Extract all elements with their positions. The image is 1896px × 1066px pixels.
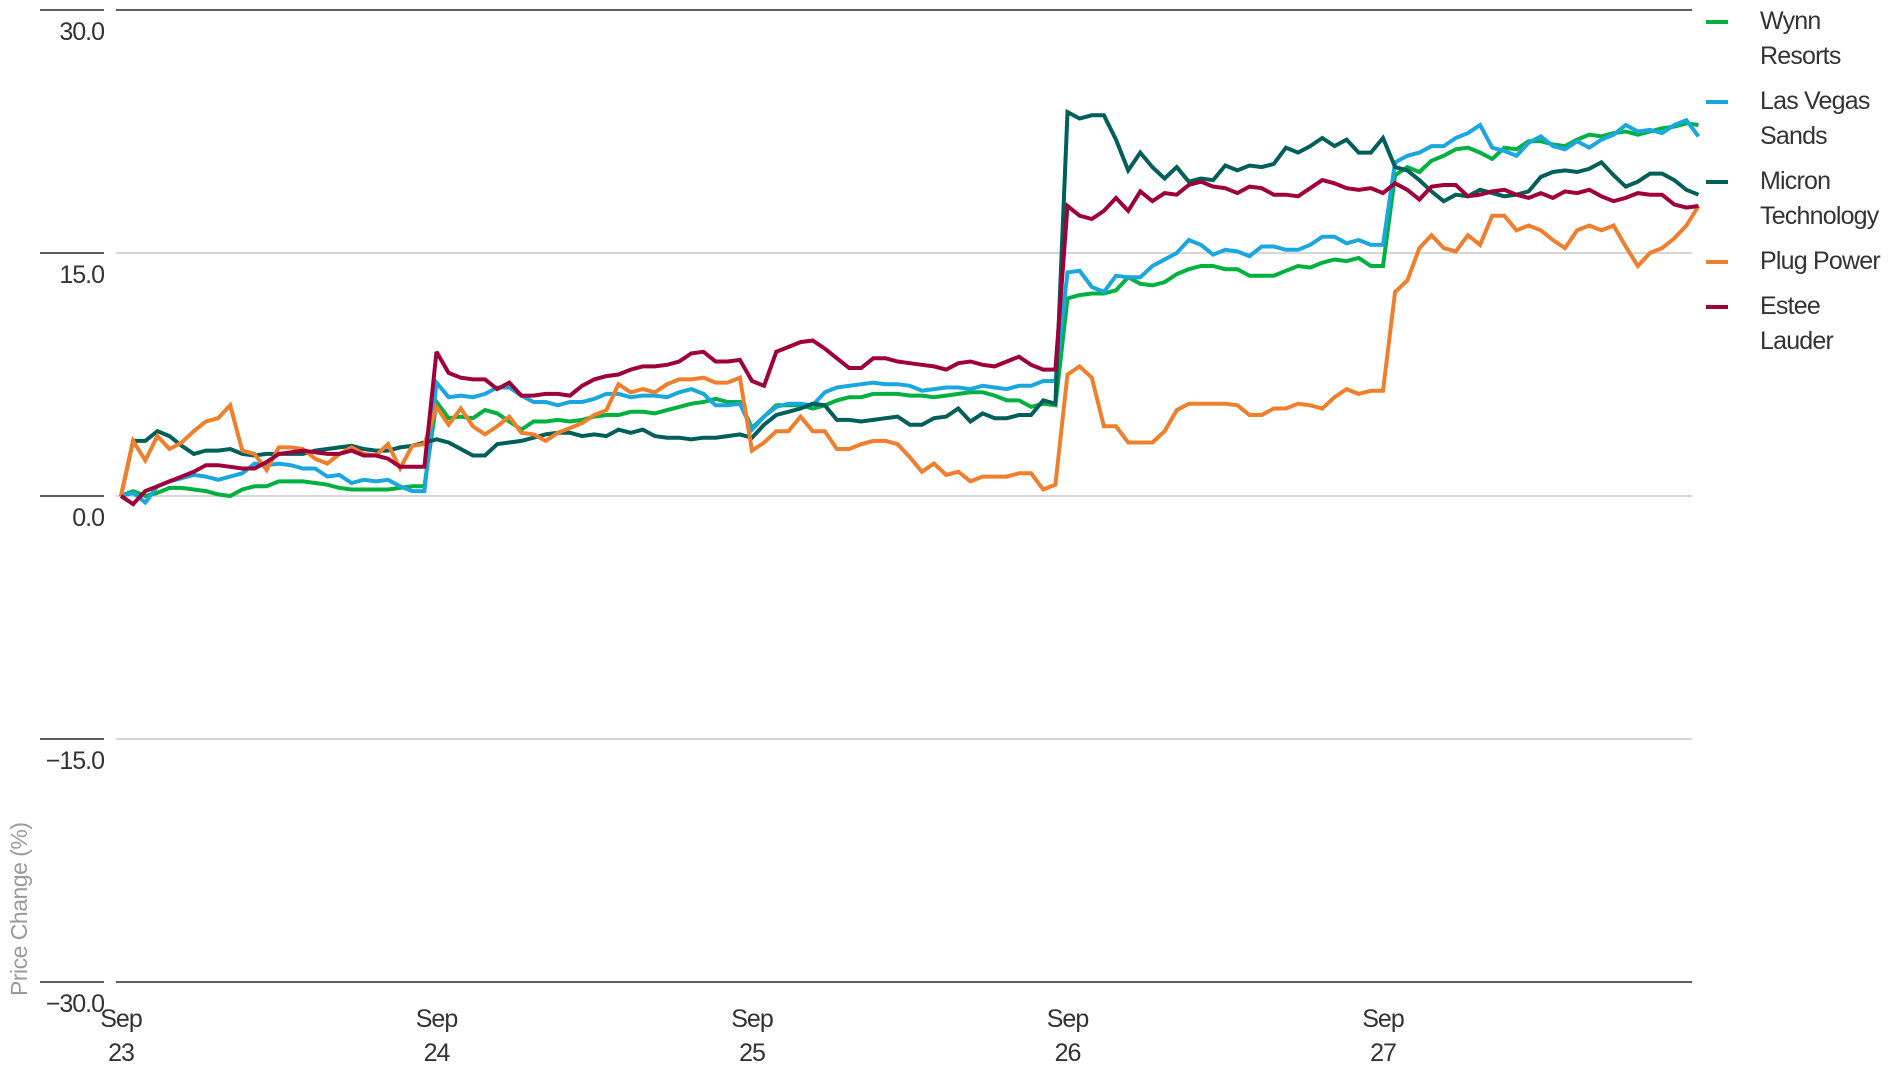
y-axis-title: Price Change (%) xyxy=(6,822,32,996)
series-lines xyxy=(119,108,1701,507)
x-tick-label-month: Sep xyxy=(1047,1005,1089,1033)
legend-swatch-icon xyxy=(1706,100,1728,104)
x-tick-label-month: Sep xyxy=(1362,1005,1404,1033)
x-axis-ticks: Sep 23 Sep 24 Sep 25 Sep 26 Sep 27 xyxy=(100,1005,1405,1066)
legend-item: Estee Lauder xyxy=(1704,289,1894,359)
legend-label: Estee Lauder xyxy=(1760,292,1834,355)
series-line-las-vegas-sands xyxy=(120,117,1701,506)
x-tick-label-day: 23 xyxy=(108,1039,134,1066)
y-tick-label: 0.0 xyxy=(72,504,104,532)
y-tick-label: −30.0 xyxy=(46,990,104,1018)
legend-item: Wynn Resorts xyxy=(1704,4,1894,74)
legend-label: Las Vegas Sands xyxy=(1760,87,1870,150)
line-chart: 30.015.00.0−15.0−30.0 Sep23Sep24Sep25Sep… xyxy=(6,9,1701,1066)
legend-swatch-icon xyxy=(1706,20,1728,24)
legend-label: Plug Power xyxy=(1760,247,1881,275)
legend-item: Plug Power xyxy=(1704,244,1894,279)
x-tick-label-month: Sep xyxy=(416,1005,458,1033)
y-tick-label: −15.0 xyxy=(46,747,104,775)
gridlines xyxy=(116,9,1692,983)
y-tick-label: 30.0 xyxy=(59,18,104,46)
legend-label: Micron Technology xyxy=(1760,167,1879,230)
legend-swatch-icon xyxy=(1706,305,1728,309)
legend-label: Wynn Resorts xyxy=(1760,7,1841,70)
series-line-micron-technology xyxy=(119,108,1700,497)
series-line-wynn-resorts xyxy=(120,121,1699,499)
legend: Wynn Resorts Las Vegas Sands Micron Techno… xyxy=(1704,4,1894,369)
x-tick-label-day: 24 xyxy=(424,1039,451,1066)
legend-swatch-icon xyxy=(1706,180,1728,184)
legend-swatch-icon xyxy=(1706,260,1728,264)
x-tick-label-day: 26 xyxy=(1055,1039,1081,1066)
legend-item: Micron Technology xyxy=(1704,164,1894,234)
legend-item: Las Vegas Sands xyxy=(1704,84,1894,154)
x-tick-label-day: 25 xyxy=(739,1039,765,1066)
y-tick-label: 15.0 xyxy=(59,261,104,289)
x-tick-label-day: 27 xyxy=(1370,1039,1396,1066)
x-tick-label-month: Sep xyxy=(100,1005,142,1033)
y-axis-ticks: 30.0 15.0 0.0 −15.0 −30.0 xyxy=(40,9,105,1018)
x-tick-label-month: Sep xyxy=(731,1005,773,1033)
